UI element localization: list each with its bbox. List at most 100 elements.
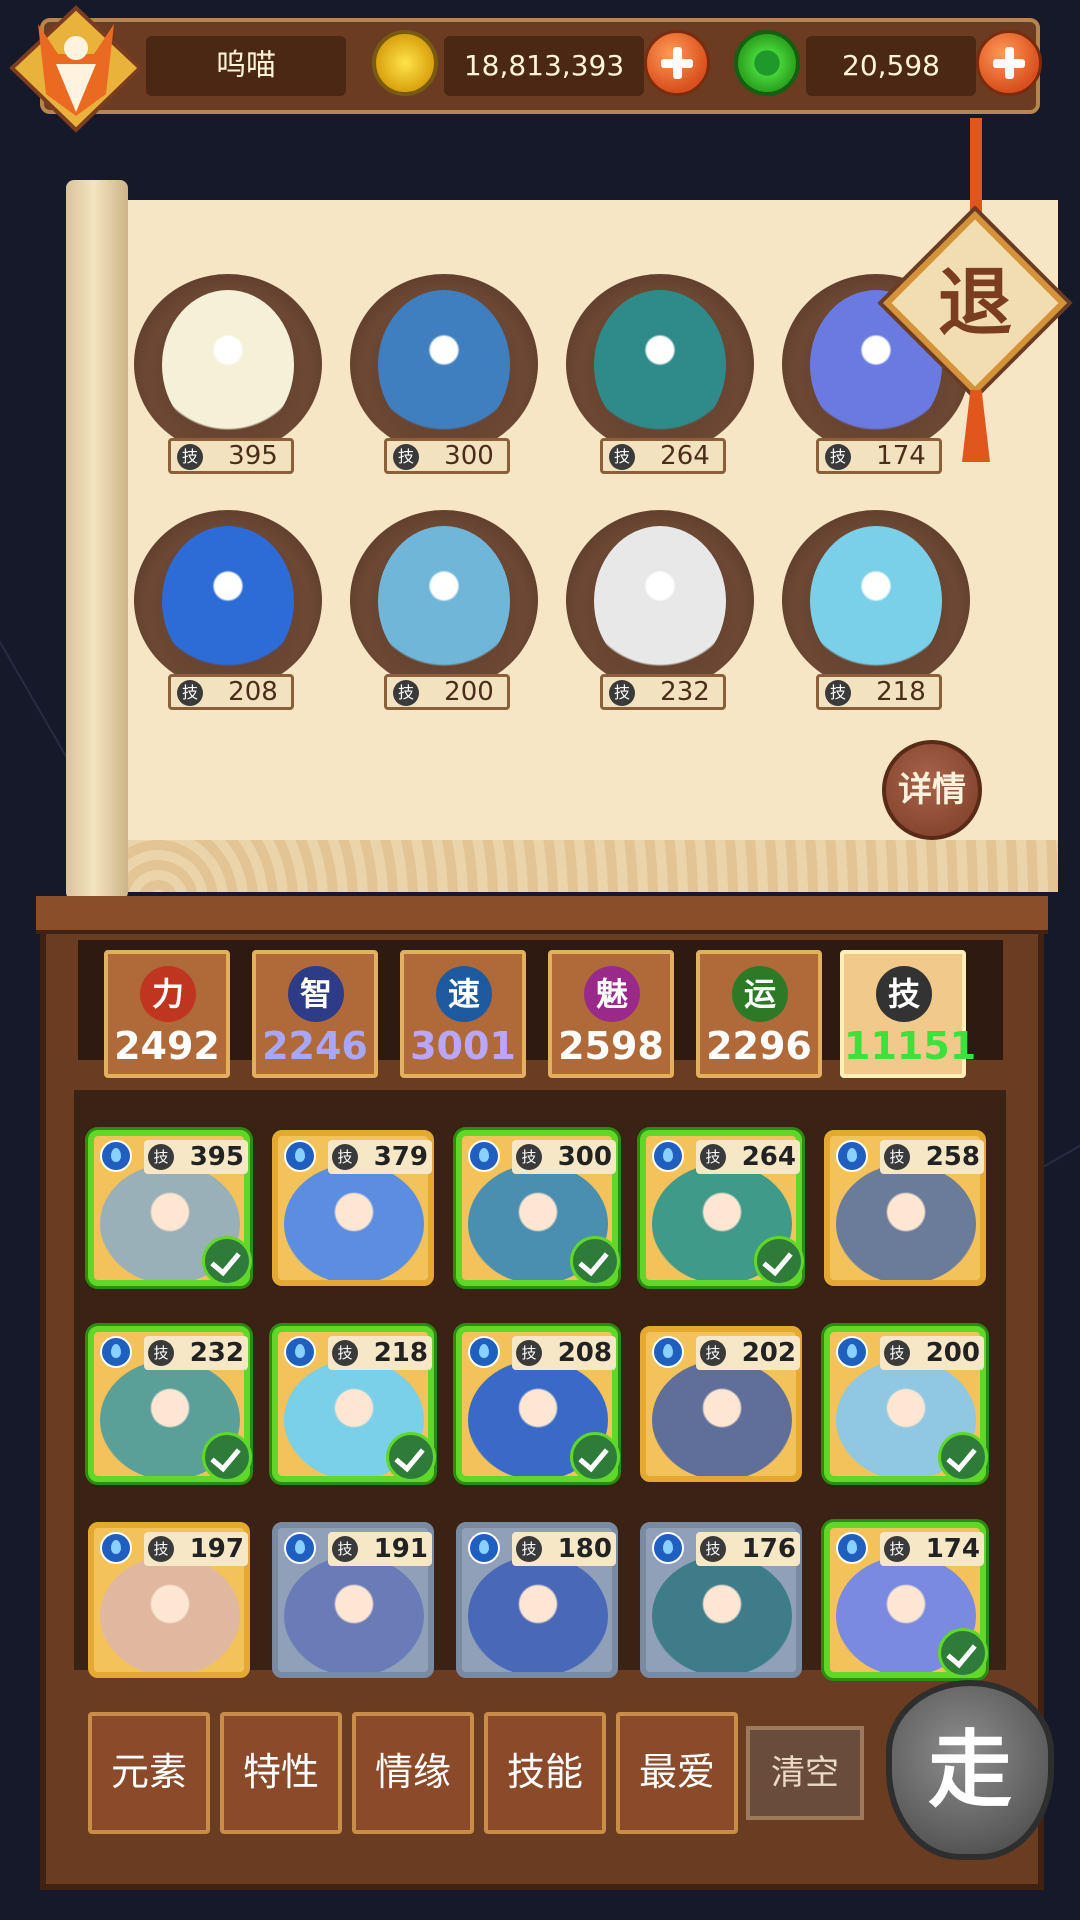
hero-skill-tag: 技 202 <box>696 1336 800 1370</box>
hero-card[interactable]: 技 218 <box>272 1326 440 1486</box>
skill-icon: 技 <box>609 444 635 470</box>
water-element-icon <box>468 1532 500 1564</box>
hero-portrait <box>468 1556 608 1672</box>
water-element-icon <box>836 1336 868 1368</box>
hero-card[interactable]: 技 232 <box>88 1326 256 1486</box>
skill-icon: 技 <box>332 1340 358 1366</box>
go-button[interactable]: 走 <box>876 1660 1064 1870</box>
hero-skill-value: 208 <box>557 1338 612 1368</box>
filter-button[interactable]: 技能 <box>484 1712 606 1834</box>
hero-skill-tag: 技 200 <box>880 1336 984 1370</box>
stat-tile[interactable]: 力 2492 <box>104 950 230 1078</box>
lineup-slot[interactable]: 技 264 <box>560 270 760 490</box>
selected-check-icon <box>938 1432 988 1482</box>
lineup-slot[interactable]: 技 218 <box>776 506 976 726</box>
stat-badge-icon: 速 <box>436 966 492 1022</box>
water-element-icon <box>100 1336 132 1368</box>
hero-skill-value: 300 <box>557 1142 612 1172</box>
stat-value: 3001 <box>410 1024 516 1068</box>
hero-portrait <box>836 1164 976 1280</box>
filter-button[interactable]: 特性 <box>220 1712 342 1834</box>
skill-icon: 技 <box>516 1536 542 1562</box>
hero-skill-tag: 技 208 <box>512 1336 616 1370</box>
hero-skill-tag: 技 395 <box>144 1140 248 1174</box>
water-element-icon <box>100 1140 132 1172</box>
add-gold-button[interactable] <box>644 30 710 96</box>
stat-badge-icon: 技 <box>876 966 932 1022</box>
hero-card[interactable]: 技 208 <box>456 1326 624 1486</box>
water-element-icon <box>284 1532 316 1564</box>
stat-value: 2296 <box>706 1024 812 1068</box>
hero-card[interactable]: 技 191 <box>272 1522 440 1682</box>
stat-tile[interactable]: 速 3001 <box>400 950 526 1078</box>
hero-card[interactable]: 技 200 <box>824 1326 992 1486</box>
hero-skill-value: 197 <box>189 1534 244 1564</box>
stat-value: 2598 <box>558 1024 664 1068</box>
stat-tile[interactable]: 运 2296 <box>696 950 822 1078</box>
hero-skill-tag: 技 180 <box>512 1532 616 1566</box>
skill-icon: 技 <box>516 1340 542 1366</box>
skill-icon: 技 <box>700 1144 726 1170</box>
hero-card[interactable]: 技 197 <box>88 1522 256 1682</box>
fox-mask-avatar[interactable] <box>8 4 144 134</box>
skill-icon: 技 <box>609 680 635 706</box>
hero-water-spirit-portrait <box>378 526 510 676</box>
selected-check-icon <box>386 1432 436 1482</box>
hero-skill-tag: 技 232 <box>144 1336 248 1370</box>
stat-tile[interactable]: 技 11151 <box>840 950 976 1078</box>
water-element-icon <box>284 1336 316 1368</box>
slot-skill-value: 232 <box>660 677 710 707</box>
skill-icon: 技 <box>825 444 851 470</box>
lineup-slot[interactable]: 技 232 <box>560 506 760 726</box>
jade-amount: 20,598 <box>806 36 976 96</box>
water-element-icon <box>284 1140 316 1172</box>
hero-portrait <box>100 1556 240 1672</box>
exit-button[interactable]: 退 <box>882 210 1068 396</box>
slot-skill-tag: 技 264 <box>600 438 726 474</box>
selected-check-icon <box>202 1236 252 1286</box>
go-label: 走 <box>927 1720 1012 1819</box>
stat-tile[interactable]: 智 2246 <box>252 950 378 1078</box>
detail-button[interactable]: 详情 <box>882 740 982 840</box>
hero-portrait <box>652 1360 792 1476</box>
gold-amount: 18,813,393 <box>444 36 644 96</box>
slot-skill-tag: 技 218 <box>816 674 942 710</box>
hero-card[interactable]: 技 395 <box>88 1130 256 1290</box>
lineup-slot[interactable]: 技 300 <box>344 270 544 490</box>
filter-button[interactable]: 最爱 <box>616 1712 738 1834</box>
filter-button[interactable]: 情缘 <box>352 1712 474 1834</box>
clear-button[interactable]: 清空 <box>746 1726 864 1820</box>
filter-button[interactable]: 元素 <box>88 1712 210 1834</box>
skill-icon: 技 <box>148 1144 174 1170</box>
player-name: 呜喵 <box>146 36 346 96</box>
stat-badge-icon: 魅 <box>584 966 640 1022</box>
hero-card[interactable]: 技 258 <box>824 1130 992 1290</box>
skill-icon: 技 <box>332 1144 358 1170</box>
lineup-slot[interactable]: 技 208 <box>128 506 328 726</box>
water-element-icon <box>652 1532 684 1564</box>
hero-card[interactable]: 技 180 <box>456 1522 624 1682</box>
hero-skill-tag: 技 300 <box>512 1140 616 1174</box>
add-jade-button[interactable] <box>976 30 1042 96</box>
hero-card[interactable]: 技 379 <box>272 1130 440 1290</box>
hero-skill-tag: 技 174 <box>880 1532 984 1566</box>
hero-wave-rider-portrait <box>378 290 510 440</box>
hero-card[interactable]: 技 174 <box>824 1522 992 1682</box>
tassel-cord <box>970 118 982 218</box>
hero-skill-tag: 技 379 <box>328 1140 432 1174</box>
hero-card[interactable]: 技 202 <box>640 1326 808 1486</box>
selected-check-icon <box>570 1432 620 1482</box>
hero-skill-tag: 技 197 <box>144 1532 248 1566</box>
hero-card[interactable]: 技 264 <box>640 1130 808 1290</box>
lineup-slot[interactable]: 技 395 <box>128 270 328 490</box>
skill-icon: 技 <box>884 1144 910 1170</box>
lineup-slot[interactable]: 技 200 <box>344 506 544 726</box>
skill-icon: 技 <box>393 680 419 706</box>
skill-icon: 技 <box>332 1536 358 1562</box>
hero-skill-value: 395 <box>189 1142 244 1172</box>
slot-skill-tag: 技 395 <box>168 438 294 474</box>
hero-card[interactable]: 技 176 <box>640 1522 808 1682</box>
stat-value: 2246 <box>262 1024 368 1068</box>
stat-tile[interactable]: 魅 2598 <box>548 950 674 1078</box>
hero-card[interactable]: 技 300 <box>456 1130 624 1290</box>
